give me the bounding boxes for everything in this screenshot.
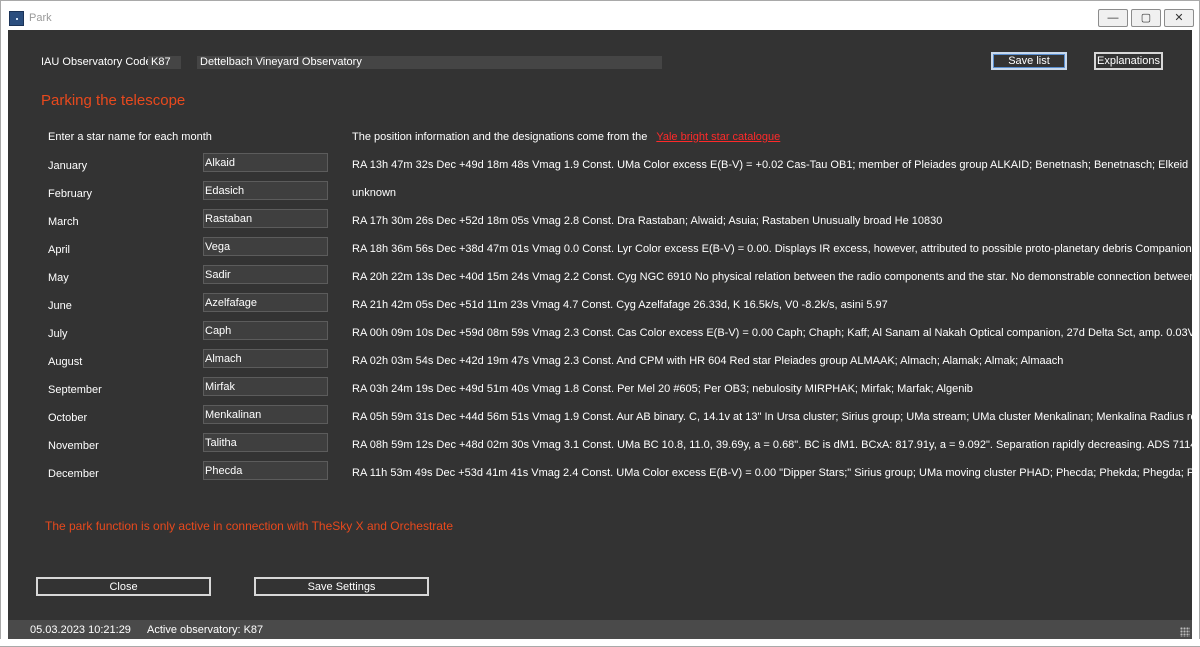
window-frame-bottom xyxy=(0,639,1200,647)
star-position-info: RA 11h 53m 49s Dec +53d 41m 41s Vmag 2.4… xyxy=(352,467,1192,479)
source-prefix: The position information and the designa… xyxy=(352,131,648,143)
explanations-button[interactable]: Explanations xyxy=(1094,52,1163,70)
app-icon xyxy=(9,11,24,26)
star-position-info: RA 18h 36m 56s Dec +38d 47m 01s Vmag 0.0… xyxy=(352,243,1192,255)
minimize-button[interactable]: — xyxy=(1098,9,1128,27)
star-name-input[interactable] xyxy=(203,153,328,172)
star-name-input[interactable] xyxy=(203,293,328,312)
star-name-input[interactable] xyxy=(203,181,328,200)
star-position-info: RA 02h 03m 54s Dec +42d 19m 47s Vmag 2.3… xyxy=(352,355,1064,367)
month-label: June xyxy=(48,300,72,312)
close-button[interactable]: Close xyxy=(36,577,211,596)
title-bar[interactable]: Park — ▢ ✕ xyxy=(0,0,1200,30)
star-name-input[interactable] xyxy=(203,321,328,340)
month-label: October xyxy=(48,412,88,424)
month-label: March xyxy=(48,216,79,228)
star-name-input[interactable] xyxy=(203,349,328,368)
window-frame-right xyxy=(1192,30,1200,647)
park-notice: The park function is only active in conn… xyxy=(45,519,453,533)
star-position-info: RA 03h 24m 19s Dec +49d 51m 40s Vmag 1.8… xyxy=(352,383,973,395)
observatory-name-field: Dettelbach Vineyard Observatory xyxy=(197,56,662,69)
star-position-info: RA 00h 09m 10s Dec +59d 08m 59s Vmag 2.3… xyxy=(352,327,1192,339)
status-datetime: 05.03.2023 10:21:29 xyxy=(30,624,131,636)
star-position-info: RA 05h 59m 31s Dec +44d 56m 51s Vmag 1.9… xyxy=(352,411,1192,423)
month-label: February xyxy=(48,188,93,200)
month-label: November xyxy=(48,440,99,452)
resize-grip[interactable] xyxy=(1180,627,1190,637)
save-settings-button[interactable]: Save Settings xyxy=(254,577,429,596)
star-position-info: RA 17h 30m 26s Dec +52d 18m 05s Vmag 2.8… xyxy=(352,215,943,227)
star-position-info: RA 20h 22m 13s Dec +40d 15m 24s Vmag 2.2… xyxy=(352,271,1192,283)
maximize-button[interactable]: ▢ xyxy=(1131,9,1161,27)
star-position-info: RA 21h 42m 05s Dec +51d 11m 23s Vmag 4.7… xyxy=(352,299,888,311)
close-window-button[interactable]: ✕ xyxy=(1164,9,1194,27)
star-position-info: unknown xyxy=(352,187,397,199)
catalogue-link[interactable]: Yale bright star catalogue xyxy=(656,131,780,143)
star-name-input[interactable] xyxy=(203,377,328,396)
month-label: September xyxy=(48,384,102,396)
source-label: The position information and the designa… xyxy=(352,131,780,143)
star-position-info: RA 08h 59m 12s Dec +48d 02m 30s Vmag 3.1… xyxy=(352,439,1192,451)
page-title: Parking the telescope xyxy=(41,92,186,109)
window-title: Park xyxy=(29,12,52,24)
star-name-input[interactable] xyxy=(203,461,328,480)
star-position-info: RA 13h 47m 32s Dec +49d 18m 48s Vmag 1.9… xyxy=(352,159,1192,171)
window-frame-left xyxy=(0,30,8,647)
observatory-code-label: IAU Observatory Code xyxy=(41,56,152,68)
status-active-observatory: Active observatory: K87 xyxy=(147,624,264,636)
star-name-input[interactable] xyxy=(203,405,328,424)
status-bar: 05.03.2023 10:21:29 Active observatory: … xyxy=(8,620,1192,639)
month-label: August xyxy=(48,356,83,368)
save-list-button[interactable]: Save list xyxy=(991,52,1067,70)
month-label: January xyxy=(48,160,88,172)
star-name-input[interactable] xyxy=(203,209,328,228)
month-label: April xyxy=(48,244,71,256)
month-label: December xyxy=(48,468,99,480)
main-panel: IAU Observatory Code K87 Dettelbach Vine… xyxy=(8,30,1192,620)
instruction-label: Enter a star name for each month xyxy=(48,131,212,143)
observatory-code-field: K87 xyxy=(148,56,181,69)
month-label: July xyxy=(48,328,68,340)
star-name-input[interactable] xyxy=(203,265,328,284)
star-name-input[interactable] xyxy=(203,433,328,452)
star-name-input[interactable] xyxy=(203,237,328,256)
month-label: May xyxy=(48,272,69,284)
